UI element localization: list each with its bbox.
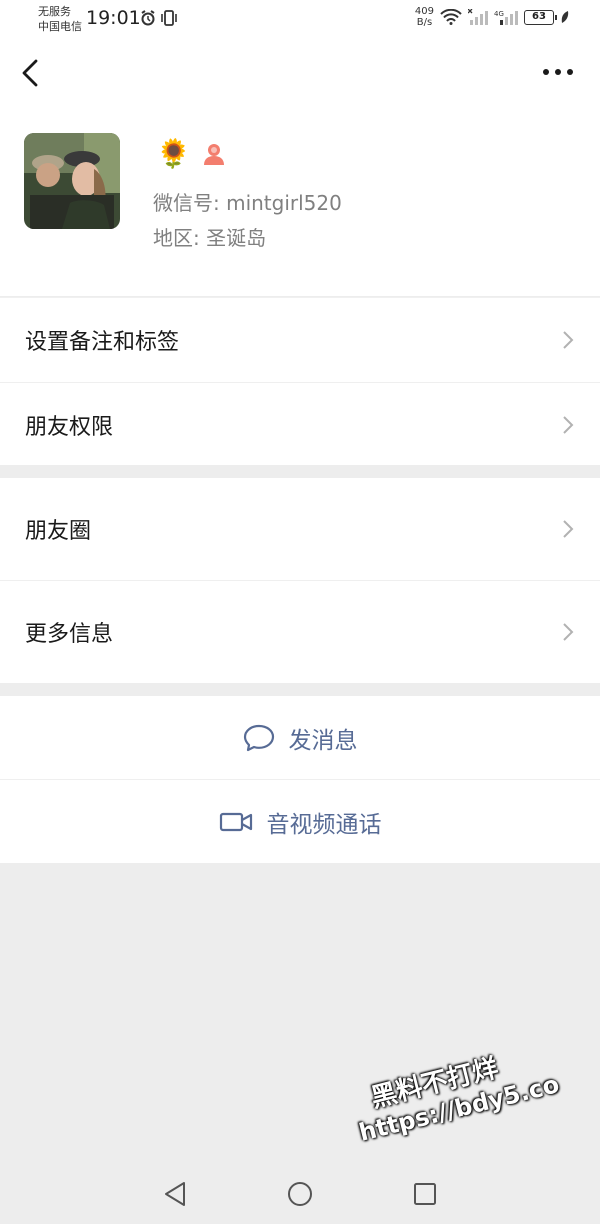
profile-card: 🌻 微信号: mintgirl520 地区: 圣诞岛 <box>0 110 600 296</box>
back-triangle-icon[interactable] <box>162 1180 188 1208</box>
chevron-right-icon <box>563 622 574 641</box>
svg-text:4G: 4G <box>494 10 504 18</box>
actions-section: 发消息 音视频通话 <box>0 696 600 863</box>
avatar[interactable] <box>24 133 120 229</box>
more-info-row[interactable]: 更多信息 <box>0 580 600 682</box>
region: 地区: 圣诞岛 <box>153 226 267 250</box>
carrier-status: 无服务 <box>38 5 71 18</box>
net-speed-unit: B/s <box>416 17 433 28</box>
signal-4g-icon: 4G <box>494 10 518 25</box>
recents-square-icon[interactable] <box>412 1180 438 1208</box>
avatar-image <box>24 133 120 229</box>
carrier-info: 无服务 中国电信 <box>38 4 82 34</box>
voice-video-call-label: 音视频通话 <box>266 811 382 838</box>
clock: 19:01 <box>86 7 141 29</box>
chevron-left-icon[interactable] <box>18 58 44 88</box>
friend-permissions-row[interactable]: 朋友权限 <box>0 382 600 466</box>
send-message-button[interactable]: 发消息 <box>0 696 600 779</box>
carrier-name: 中国电信 <box>38 20 82 33</box>
nickname-emoji: 🌻 <box>156 137 191 170</box>
vibrate-icon <box>161 10 177 26</box>
watermark: 黑料不打烊 https://bdy5.co <box>347 1034 562 1147</box>
home-circle-icon[interactable] <box>287 1180 313 1208</box>
gender-female-icon <box>203 144 224 165</box>
alarm-icon <box>141 10 155 26</box>
remark-tags-label: 设置备注和标签 <box>25 330 180 355</box>
chevron-right-icon <box>563 415 574 434</box>
status-bar: 无服务 中国电信 19:01 409 B/s 4G 63 <box>0 0 600 38</box>
send-message-label: 发消息 <box>288 727 358 754</box>
more-info-label: 更多信息 <box>25 621 114 647</box>
more-dots-icon[interactable] <box>542 68 574 76</box>
chevron-right-icon <box>563 520 574 538</box>
battery-indicator: 63 <box>524 9 557 25</box>
nav-bar <box>0 38 600 110</box>
wifi-icon <box>440 9 462 25</box>
signal-no-service-icon <box>468 9 488 25</box>
chevron-right-icon <box>563 331 574 349</box>
info-section: 朋友圈 更多信息 <box>0 478 600 683</box>
remark-tags-row[interactable]: 设置备注和标签 <box>0 298 600 382</box>
net-speed: 409 B/s <box>415 6 434 28</box>
chat-bubble-icon <box>243 724 274 751</box>
video-camera-icon <box>219 812 252 831</box>
moments-row[interactable]: 朋友圈 <box>0 478 600 580</box>
moments-label: 朋友圈 <box>25 519 92 544</box>
settings-section: 设置备注和标签 朋友权限 <box>0 297 600 465</box>
voice-video-call-button[interactable]: 音视频通话 <box>0 779 600 863</box>
friend-permissions-label: 朋友权限 <box>25 414 114 440</box>
net-speed-value: 409 <box>414 6 434 17</box>
wechat-id: 微信号: mintgirl520 <box>153 191 342 215</box>
power-saving-icon <box>561 11 569 23</box>
system-nav-bar <box>0 1166 600 1224</box>
